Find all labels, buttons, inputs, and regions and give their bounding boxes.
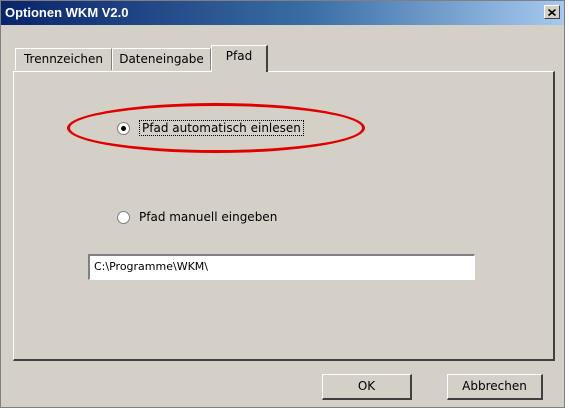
radio-button-auto[interactable] xyxy=(117,121,130,135)
tab-pfad[interactable]: Pfad xyxy=(211,45,268,72)
radio-pfad-manuell[interactable]: Pfad manuell eingeben xyxy=(117,210,277,224)
window-title: Optionen WKM V2.0 xyxy=(5,5,129,20)
ok-button[interactable]: OK xyxy=(322,374,412,400)
radio-label-manual: Pfad manuell eingeben xyxy=(139,210,278,224)
tab-panel-pfad xyxy=(13,71,555,361)
cancel-button[interactable]: Abbrechen xyxy=(447,374,543,400)
tab-dateneingabe[interactable]: Dateneingabe xyxy=(112,48,211,70)
radio-selected-dot xyxy=(121,125,126,131)
close-button[interactable] xyxy=(544,5,560,19)
close-icon xyxy=(548,8,556,16)
path-input[interactable]: C:\Programme\WKM\ xyxy=(88,254,475,280)
radio-label-auto: Pfad automatisch einlesen xyxy=(139,120,304,136)
tab-trennzeichen[interactable]: Trennzeichen xyxy=(15,48,112,70)
radio-button-manual[interactable] xyxy=(117,210,130,224)
options-dialog: Optionen WKM V2.0 Trennzeichen Dateneing… xyxy=(0,0,565,408)
radio-pfad-automatisch[interactable]: Pfad automatisch einlesen xyxy=(117,120,304,136)
tab-strip: Trennzeichen Dateneingabe Pfad xyxy=(15,45,555,72)
title-bar[interactable]: Optionen WKM V2.0 xyxy=(1,1,564,25)
